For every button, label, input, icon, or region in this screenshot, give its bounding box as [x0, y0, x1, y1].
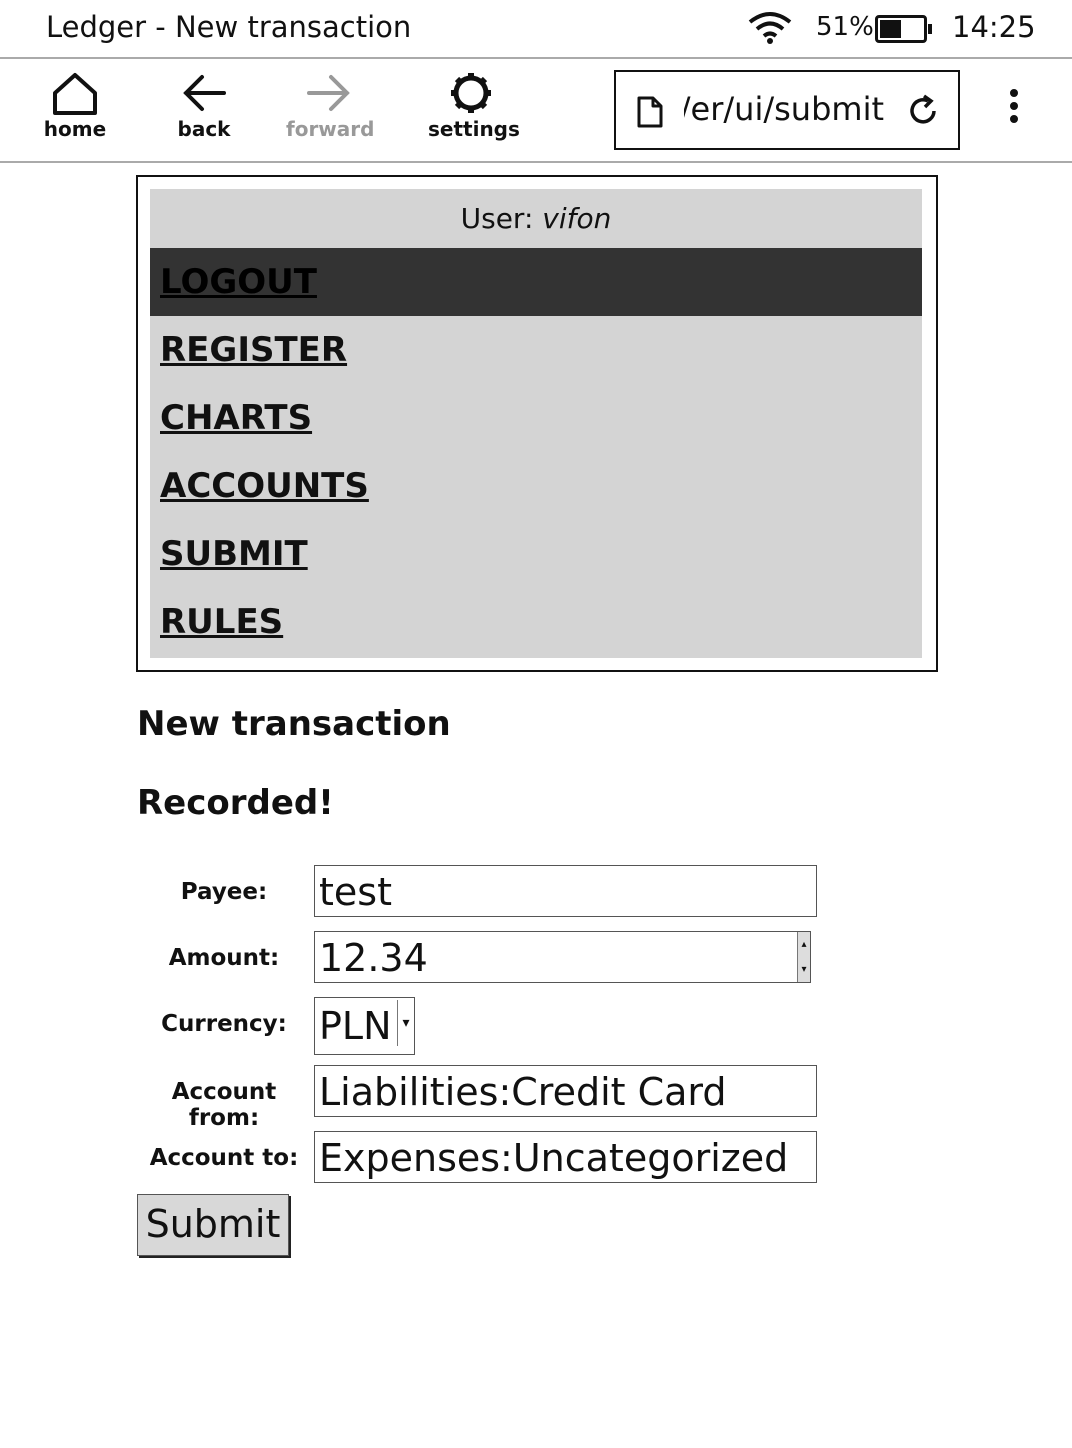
battery-icon — [875, 15, 932, 43]
nav-item-charts[interactable]: CHARTS — [150, 384, 922, 452]
nav-panel: User: vifon LOGOUT REGISTER CHARTS ACCOU… — [136, 175, 938, 672]
username: vifon — [542, 202, 612, 235]
url-bar[interactable]: er/ui/submit/ — [614, 70, 960, 150]
battery-percentage: 51% — [816, 12, 874, 42]
nav-item-rules[interactable]: RULES — [150, 588, 922, 656]
account-from-input[interactable]: Liabilities:Credit Card — [314, 1065, 817, 1117]
amount-value: 12.34 — [319, 936, 428, 980]
status-bar: Ledger - New transaction 51% 14:25 — [0, 0, 1072, 59]
forward-button[interactable]: forward — [286, 71, 375, 141]
back-label: back — [177, 117, 231, 141]
settings-label: settings — [428, 117, 520, 141]
window-title: Ledger - New transaction — [46, 10, 412, 44]
nav-item-register[interactable]: REGISTER — [150, 316, 922, 384]
back-arrow-icon — [183, 75, 226, 111]
chevron-down-icon: ▾ — [397, 1000, 414, 1046]
forward-label: forward — [286, 117, 375, 141]
amount-row: Amount: 12.34 ▴ ▾ — [137, 931, 837, 987]
payee-input[interactable]: test — [314, 865, 817, 917]
payee-row: Payee: test — [137, 865, 837, 921]
settings-button[interactable]: settings — [428, 71, 520, 141]
url-text[interactable]: er/ui/submit/ — [684, 90, 884, 128]
page-title: New transaction — [137, 704, 451, 744]
currency-label: Currency: — [161, 1011, 287, 1037]
browser-toolbar: home back forward settings er/ui/submit — [0, 59, 1072, 163]
battery-fill — [880, 20, 901, 38]
nav-item-submit[interactable]: SUBMIT — [150, 520, 922, 588]
currency-select[interactable]: PLN ▾ — [314, 997, 415, 1055]
account-to-input[interactable]: Expenses:Uncategorized — [314, 1131, 817, 1183]
account-to-row: Account to: Expenses:Uncategorized — [137, 1131, 837, 1187]
more-menu-icon[interactable] — [1000, 89, 1028, 129]
home-icon — [53, 73, 97, 115]
submit-button[interactable]: Submit — [137, 1194, 289, 1256]
battery-nub — [928, 24, 932, 34]
home-label: home — [43, 117, 107, 141]
gear-icon — [451, 73, 491, 113]
clock: 14:25 — [952, 10, 1036, 44]
home-button[interactable]: home — [38, 71, 112, 141]
amount-label: Amount: — [168, 945, 280, 971]
payee-label: Payee: — [180, 879, 268, 905]
user-line: User: vifon — [150, 189, 922, 248]
nav-item-accounts[interactable]: ACCOUNTS — [150, 452, 922, 520]
currency-row: Currency: PLN ▾ — [137, 997, 837, 1055]
nav-menu: User: vifon LOGOUT REGISTER CHARTS ACCOU… — [150, 189, 922, 658]
reload-icon[interactable] — [906, 94, 940, 132]
account-to-label: Account to: — [149, 1145, 299, 1171]
forward-arrow-icon — [307, 75, 350, 111]
account-from-row: Account from: Liabilities:Credit Card — [137, 1065, 837, 1131]
wifi-icon — [748, 10, 792, 48]
status-message: Recorded! — [137, 783, 334, 823]
account-from-label: Account from: — [171, 1079, 277, 1131]
page-icon — [636, 96, 664, 132]
amount-stepper[interactable]: ▴ ▾ — [797, 932, 810, 982]
user-prefix: User: — [460, 202, 543, 235]
currency-value: PLN — [319, 1004, 392, 1048]
back-button[interactable]: back — [170, 71, 238, 141]
nav-item-logout[interactable]: LOGOUT — [150, 248, 922, 316]
amount-input[interactable]: 12.34 ▴ ▾ — [314, 931, 811, 983]
